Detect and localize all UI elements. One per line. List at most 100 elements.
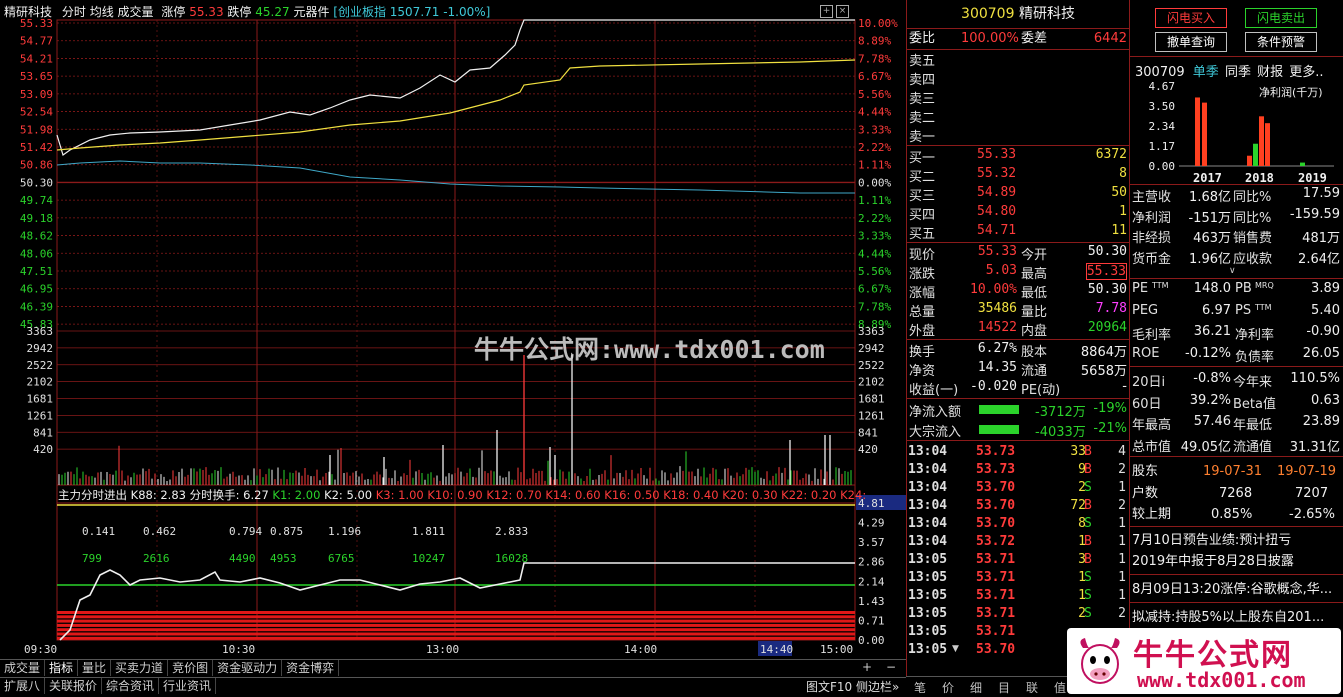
stat-value: 5.03 (985, 263, 1017, 278)
net-profit-chart: 4.67 3.50 2.34 1.17 0.00 2017 2018 2019 (1149, 80, 1334, 184)
tick-scroll-icon[interactable]: ▼ (952, 644, 959, 654)
vol-tick-label: 1681 (27, 393, 54, 406)
fin-row-value-2: 481万 (1302, 231, 1340, 246)
fin-row-value: -151万 (1188, 210, 1231, 226)
tick-row[interactable]: 13:05 53.71 2 S 2 (906, 605, 1128, 623)
tab-fund-drive[interactable]: 资金驱动力 (213, 660, 283, 676)
holder-count-label: 户数 (1132, 486, 1159, 501)
tick-count: 2 (1118, 462, 1126, 477)
fin-tab-same-quarter[interactable]: 同季 (1225, 65, 1251, 80)
perf-value: -0.8% (1193, 371, 1231, 386)
indicator-red-band (57, 623, 855, 627)
tab-news[interactable]: 综合资讯 (102, 678, 160, 694)
tab-fund-game[interactable]: 资金博弈 (282, 660, 340, 676)
minus-button[interactable]: − (886, 660, 896, 674)
tick-tab-value[interactable]: 值 (1054, 679, 1066, 696)
f10-button[interactable]: 图文F10 (806, 678, 852, 695)
pct-tick-label: 1.11% (858, 194, 891, 207)
tick-tab-bi[interactable]: 笔 (914, 679, 926, 696)
holder-change-row: 较上期 0.85% -2.65% (1129, 505, 1343, 524)
news-item-2[interactable]: 2019年中报于8月28日披露 (1132, 552, 1343, 571)
stat2-value: 14.35 (977, 360, 1017, 375)
pct-tick-label: 5.56% (858, 88, 891, 101)
tick-row[interactable]: 13:05 53.71 1 S 1 (906, 587, 1128, 605)
pct-tick-label: 2.22% (858, 212, 891, 225)
holder-count-2: 7207 (1295, 486, 1329, 501)
tab-auction[interactable]: 竞价图 (168, 660, 214, 676)
vol-tick-label-right: 420 (858, 443, 878, 456)
tab-volume[interactable]: 成交量 (0, 660, 46, 676)
flash-buy-button[interactable]: 闪电买入 (1155, 8, 1227, 28)
tick-price: 53.71 (976, 570, 1016, 585)
fin-row-value: 463万 (1193, 231, 1231, 246)
price-tick-label: 54.77 (20, 35, 53, 48)
fin-bar (1300, 162, 1305, 166)
tick-tab-link[interactable]: 联 (1026, 679, 1038, 696)
tick-count: 1 (1118, 534, 1126, 549)
bottom-tabbar: 成交量 指标 量比 买卖力道 竞价图 资金驱动力 资金博弈 (0, 659, 906, 677)
tick-time: 13:05 (908, 642, 948, 657)
flow-pct: -19% (1093, 401, 1127, 416)
cancel-query-button[interactable]: 撤单查询 (1155, 32, 1227, 52)
sidebar-button[interactable]: 侧边栏» (856, 678, 899, 695)
fin-axis-label: 0.00 (1149, 160, 1176, 173)
tick-time: 13:04 (908, 462, 948, 477)
tick-row[interactable]: 13:04 53.70 2 S 1 (906, 479, 1128, 497)
indicator-rest: K3: 1.00 K10: 0.90 K12: 0.70 K14: 0.60 K… (375, 488, 867, 502)
tick-row[interactable]: 13:04 53.73 33 B 4 (906, 443, 1128, 461)
tick-row[interactable]: 13:05 53.71 3 B 1 (906, 551, 1128, 569)
tick-row[interactable]: 13:04 53.73 9 B 2 (906, 461, 1128, 479)
tab-ext8[interactable]: 扩展八 (0, 678, 46, 694)
fin-tab-code[interactable]: 300709 (1135, 65, 1185, 80)
tick-row[interactable]: 13:05 53.71 1 S 1 (906, 569, 1128, 587)
tick-time: 13:05 (908, 606, 948, 621)
buy-level-volume: 6372 (1095, 147, 1127, 162)
vol-tick-label: 2522 (27, 359, 54, 372)
chart-area[interactable]: 精研科技 分时 均线 成交量 涨停 55.33 跌停 45.27 元器件 [创业… (0, 0, 906, 694)
tick-time: 13:05 (908, 570, 948, 585)
cow-logo-icon (1075, 634, 1125, 688)
tick-row[interactable]: 13:04 53.70 72 B 2 (906, 497, 1128, 515)
stat2-label: 净资 (909, 364, 936, 379)
fin-tab-report[interactable]: 财报 (1257, 65, 1283, 80)
stat2-label-2: 股本 (1021, 345, 1048, 360)
conditional-alert-button[interactable]: 条件预警 (1245, 32, 1317, 52)
news-item-3[interactable]: 8月09日13:20涨停:谷歌概念,华... (1132, 580, 1340, 599)
fin-tab-quarter[interactable]: 单季 (1193, 65, 1219, 80)
tab-industry-news[interactable]: 行业资讯 (159, 678, 217, 694)
tick-tab-detail[interactable]: 细 (970, 679, 982, 696)
tick-tab-price[interactable]: 价 (942, 679, 954, 696)
vol-tick-label: 3363 (27, 325, 54, 338)
indicator-title: 主力分时进出 K88: 2.83 分时换手: 6.27 K1: 2.00 K2:… (58, 487, 866, 503)
stat2-value-2: - (1122, 379, 1127, 394)
fin-row-label: 货币金 (1132, 251, 1172, 267)
tick-count: 1 (1118, 588, 1126, 603)
fin-year-label: 2017 (1193, 171, 1222, 184)
tab-buy-sell-power[interactable]: 买卖力道 (111, 660, 169, 676)
tick-row[interactable]: 13:04 53.70 8 S 1 (906, 515, 1128, 533)
tick-tab-mu[interactable]: 目 (998, 679, 1010, 696)
expand-icon[interactable]: ∨ (1229, 266, 1236, 276)
stat-label: 涨跌 (909, 267, 936, 282)
perf-label-2: 今年来 (1233, 375, 1273, 390)
indicator-tick-label: 2.86 (858, 556, 885, 569)
price-tick-label: 47.51 (20, 265, 53, 278)
flow-bar (979, 425, 1019, 434)
buy-level-label: 买二 (909, 170, 936, 185)
tick-row[interactable]: 13:04 53.72 1 B 1 (906, 533, 1128, 551)
perf-label-2: Beta值 (1233, 396, 1276, 412)
holder-count-1: 7268 (1219, 486, 1253, 501)
fin-axis-label: 1.17 (1149, 140, 1176, 153)
tab-volume-ratio[interactable]: 量比 (78, 660, 112, 676)
flash-sell-button[interactable]: 闪电卖出 (1245, 8, 1317, 28)
fin-bar (1247, 155, 1252, 166)
news-item-1[interactable]: 7月10日预告业绩:预计扭亏 (1132, 531, 1343, 550)
holder-date-1: 19-07-31 (1203, 464, 1263, 479)
fin-tab-more[interactable]: 更多.. (1289, 65, 1323, 80)
tab-indicator[interactable]: 指标 (45, 660, 79, 676)
news-item-4[interactable]: 拟减持:持股5%以上股东自201... (1132, 608, 1340, 627)
tab-related-quote[interactable]: 关联报价 (45, 678, 103, 694)
plus-button[interactable]: + (862, 660, 872, 674)
indicator-label-mid: 2616 (143, 552, 170, 565)
tick-time: 13:05 (908, 588, 948, 603)
